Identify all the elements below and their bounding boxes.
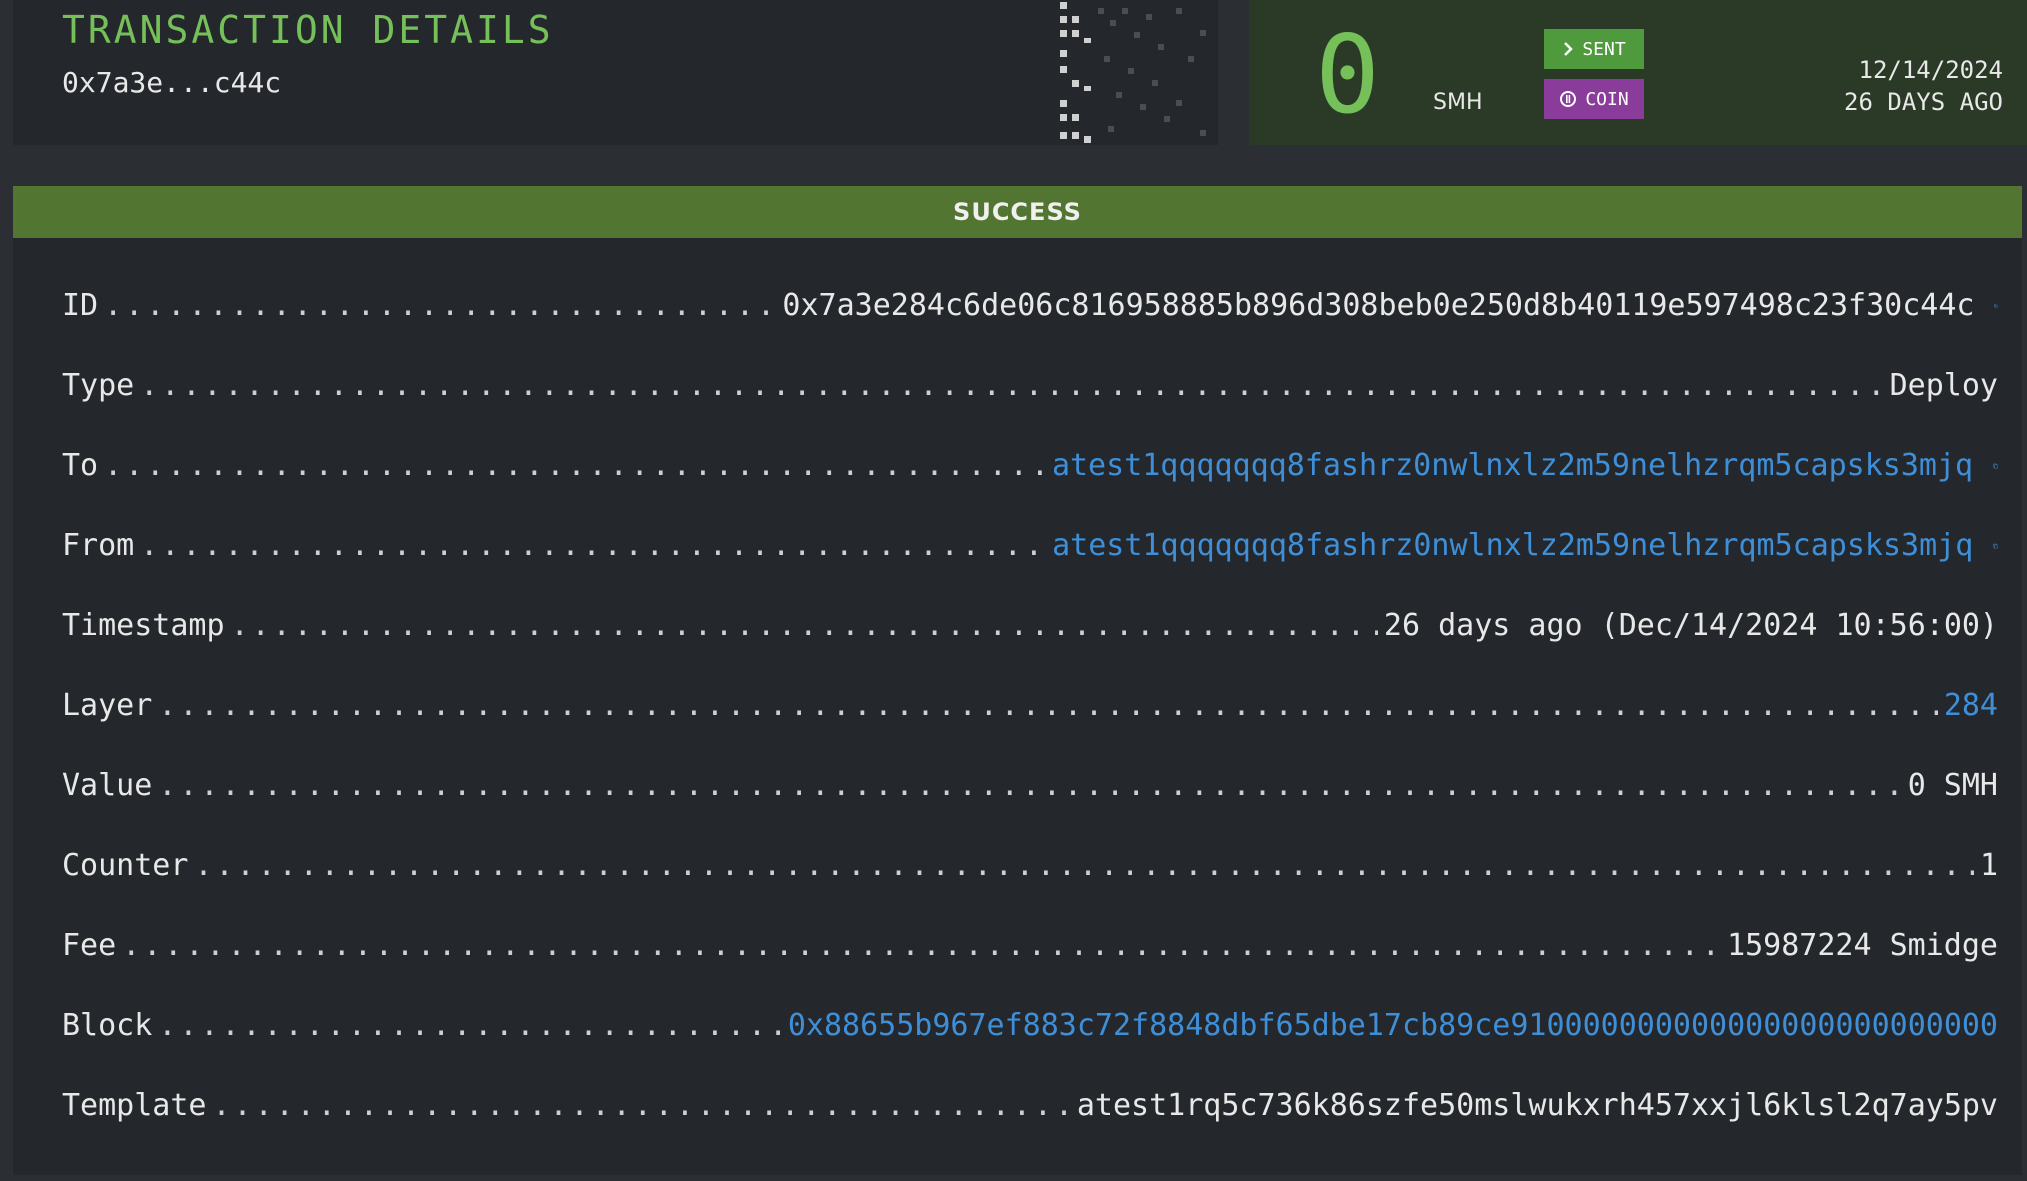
dot-leader <box>140 368 1883 403</box>
detail-label-timestamp: Timestamp <box>62 608 225 643</box>
coin-icon <box>1560 91 1577 107</box>
detail-value-timestamp: 26 days ago (Dec/14/2024 10:56:00) <box>1383 608 1998 643</box>
detail-row-counter: Counter 1 <box>62 848 1998 898</box>
detail-row-timestamp: Timestamp 26 days ago (Dec/14/2024 10:56:… <box>62 608 1998 658</box>
detail-value-block-link[interactable]: 0x88655b967ef883c72f8848dbf65dbe17cb89ce… <box>788 1008 1998 1043</box>
dot-leader <box>104 288 776 323</box>
detail-value-fee: 15987224 Smidge <box>1727 928 1998 963</box>
detail-value-counter: 1 <box>1979 848 1998 883</box>
details-panel: ID 0x7a3e284c6de06c816958885b896d308beb0e… <box>13 238 2022 1175</box>
dot-leader <box>213 1088 1071 1123</box>
dot-leader <box>140 528 1046 563</box>
detail-row-layer: Layer 284 <box>62 688 1998 738</box>
detail-value-template: atest1rq5c736k86szfe50mslwukxrh457xxjl6k… <box>1076 1088 1998 1123</box>
detail-value-id: 0x7a3e284c6de06c816958885b896d308beb0e25… <box>782 288 1975 323</box>
dot-leader <box>158 688 1938 723</box>
coin-badge: COIN <box>1544 79 1644 119</box>
dot-leader <box>158 1008 782 1043</box>
detail-label-id: ID <box>62 288 99 323</box>
status-banner: SUCCESS <box>13 186 2022 238</box>
detail-value-value: 0 SMH <box>1907 768 1998 803</box>
detail-label-block: Block <box>62 1008 153 1043</box>
detail-row-fee: Fee 15987224 Smidge <box>62 928 1998 978</box>
detail-row-id: ID 0x7a3e284c6de06c816958885b896d308beb0e… <box>62 288 1998 338</box>
copy-icon[interactable] <box>1993 535 1998 557</box>
detail-value-to-link[interactable]: atest1qqqqqqq8fashrz0nwlnxlz2m59nelhzrqm… <box>1052 448 1973 483</box>
detail-value-from-link[interactable]: atest1qqqqqqq8fashrz0nwlnxlz2m59nelhzrqm… <box>1052 528 1973 563</box>
dot-leader <box>194 848 1974 883</box>
detail-label-to: To <box>62 448 99 483</box>
detail-label-layer: Layer <box>62 688 153 723</box>
chevron-right-icon <box>1564 42 1574 56</box>
detail-label-template: Template <box>62 1088 207 1123</box>
detail-row-from: From atest1qqqqqqq8fashrz0nwlnxlz2m59nelh… <box>62 528 1998 578</box>
header-panel: TRANSACTION DETAILS 0x7a3e...c44c <box>13 0 1218 145</box>
detail-value-layer-link[interactable]: 284 <box>1944 688 1998 723</box>
detail-row-type: Type Deploy <box>62 368 1998 418</box>
detail-label-value: Value <box>62 768 153 803</box>
copy-icon[interactable] <box>1993 455 1998 477</box>
copy-icon[interactable] <box>1994 295 1998 317</box>
detail-label-counter: Counter <box>62 848 189 883</box>
identicon-pattern-icon <box>1060 2 1206 143</box>
detail-row-to: To atest1qqqqqqq8fashrz0nwlnxlz2m59nelhzr… <box>62 448 1998 498</box>
date-value: 12/14/2024 <box>1858 56 2004 84</box>
transaction-short-id: 0x7a3e...c44c <box>62 66 282 99</box>
sent-badge-label: SENT <box>1582 38 1626 60</box>
dot-leader <box>122 928 1721 963</box>
amount-value: 0 <box>1315 13 1381 138</box>
detail-label-fee: Fee <box>62 928 117 963</box>
age-value: 26 DAYS AGO <box>1844 88 2003 116</box>
coin-badge-label: COIN <box>1585 88 1629 110</box>
dot-leader <box>104 448 1046 483</box>
sent-badge: SENT <box>1544 29 1644 69</box>
detail-label-type: Type <box>62 368 135 403</box>
page-title: TRANSACTION DETAILS <box>62 8 554 52</box>
dot-leader <box>158 768 1901 803</box>
amount-unit: SMH <box>1433 90 1483 115</box>
dot-leader <box>231 608 1378 643</box>
detail-row-block: Block 0x88655b967ef883c72f8848dbf65dbe17c… <box>62 1008 1998 1058</box>
detail-label-from: From <box>62 528 135 563</box>
amount-panel: 0 SMH SENT COIN 12/14/2024 26 DAYS AGO <box>1249 0 2027 145</box>
detail-value-type: Deploy <box>1889 368 1998 403</box>
transaction-date: 12/14/2024 26 DAYS AGO <box>1844 54 2003 118</box>
detail-row-value: Value 0 SMH <box>62 768 1998 818</box>
detail-row-template: Template atest1rq5c736k86szfe50mslwukxrh4… <box>62 1088 1998 1138</box>
